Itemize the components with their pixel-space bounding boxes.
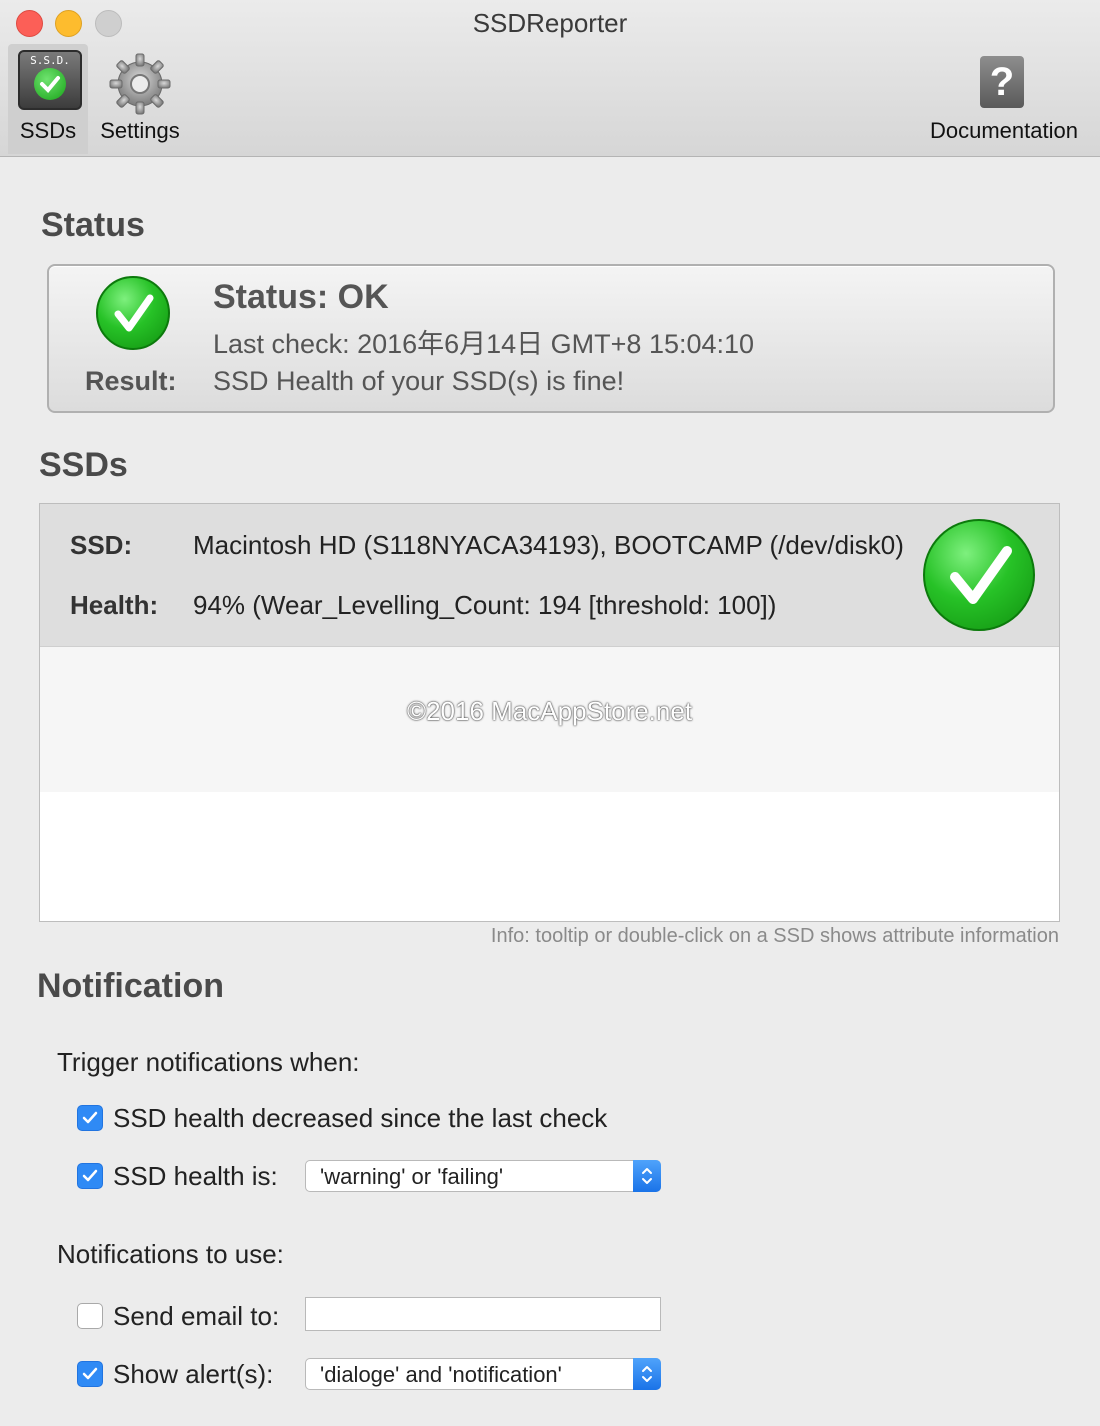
toolbar-settings-tab[interactable]: Settings <box>92 44 188 154</box>
gear-icon <box>109 53 171 115</box>
check-icon <box>34 68 66 100</box>
show-alerts-checkbox[interactable] <box>77 1361 103 1387</box>
status-panel: Status: OK Last check: 2016年6月14日 GMT+8 … <box>47 264 1055 413</box>
toolbar-ssds-tab[interactable]: S.S.D. SSDs <box>8 44 88 154</box>
app-window: SSDReporter S.S.D. SSDs Settings ? Docum… <box>0 0 1100 1426</box>
status-title: Status: OK <box>213 278 389 316</box>
send-email-checkbox[interactable] <box>77 1303 103 1329</box>
updown-chevron-icon <box>633 1358 661 1390</box>
ssds-heading: SSDs <box>39 446 128 484</box>
notification-heading: Notification <box>37 967 224 1005</box>
health-decreased-checkbox[interactable] <box>77 1105 103 1131</box>
health-level-select-value: 'warning' or 'failing' <box>320 1164 504 1189</box>
show-alerts-label[interactable]: Show alert(s): <box>113 1359 273 1390</box>
ssd-label: SSD: <box>70 530 133 560</box>
watermark: ©2016 MacAppStore.net <box>406 696 693 726</box>
result-label: Result: <box>85 366 177 396</box>
toolbar-documentation-label: Documentation <box>930 118 1078 143</box>
ssd-value: Macintosh HD (S118NYACA34193), BOOTCAMP … <box>193 530 904 560</box>
alerts-type-select[interactable]: 'dialoge' and 'notification' <box>305 1358 661 1390</box>
ssd-list[interactable]: SSD: Macintosh HD (S118NYACA34193), BOOT… <box>39 503 1060 922</box>
trigger-heading: Trigger notifications when: <box>57 1047 360 1077</box>
ssd-ok-check-icon <box>923 519 1035 631</box>
email-field[interactable] <box>305 1297 661 1331</box>
send-email-label[interactable]: Send email to: <box>113 1301 279 1332</box>
health-label: Health: <box>70 590 159 620</box>
health-is-label[interactable]: SSD health is: <box>113 1161 278 1192</box>
toolbar: SSDReporter S.S.D. SSDs Settings ? Docum… <box>0 0 1100 157</box>
checkmark-icon <box>82 1169 98 1182</box>
ssd-drive-icon: S.S.D. <box>18 50 82 110</box>
info-hint: Info: tooltip or double-click on a SSD s… <box>490 925 1059 947</box>
help-book-icon: ? <box>980 56 1024 108</box>
checkmark-icon <box>82 1111 98 1124</box>
health-is-checkbox[interactable] <box>77 1163 103 1189</box>
status-heading: Status <box>41 206 145 244</box>
result-text: SSD Health of your SSD(s) is fine! <box>213 366 625 396</box>
alerts-type-select-value: 'dialoge' and 'notification' <box>320 1362 562 1387</box>
health-value: 94% (Wear_Levelling_Count: 194 [threshol… <box>193 590 777 620</box>
use-heading: Notifications to use: <box>57 1239 284 1269</box>
checkmark-icon <box>82 1367 98 1380</box>
toolbar-ssds-label: SSDs <box>19 118 77 143</box>
toolbar-documentation-button[interactable]: ? Documentation <box>918 44 1090 154</box>
health-decreased-label[interactable]: SSD health decreased since the last chec… <box>113 1103 607 1134</box>
last-check-text: Last check: 2016年6月14日 GMT+8 15:04:10 <box>213 329 755 359</box>
health-level-select[interactable]: 'warning' or 'failing' <box>305 1160 661 1192</box>
toolbar-settings-label: Settings <box>100 118 180 143</box>
updown-chevron-icon <box>633 1160 661 1192</box>
ssd-list-row[interactable]: SSD: Macintosh HD (S118NYACA34193), BOOT… <box>40 504 1059 647</box>
window-title: SSDReporter <box>472 8 628 38</box>
status-ok-check-icon <box>96 276 170 350</box>
